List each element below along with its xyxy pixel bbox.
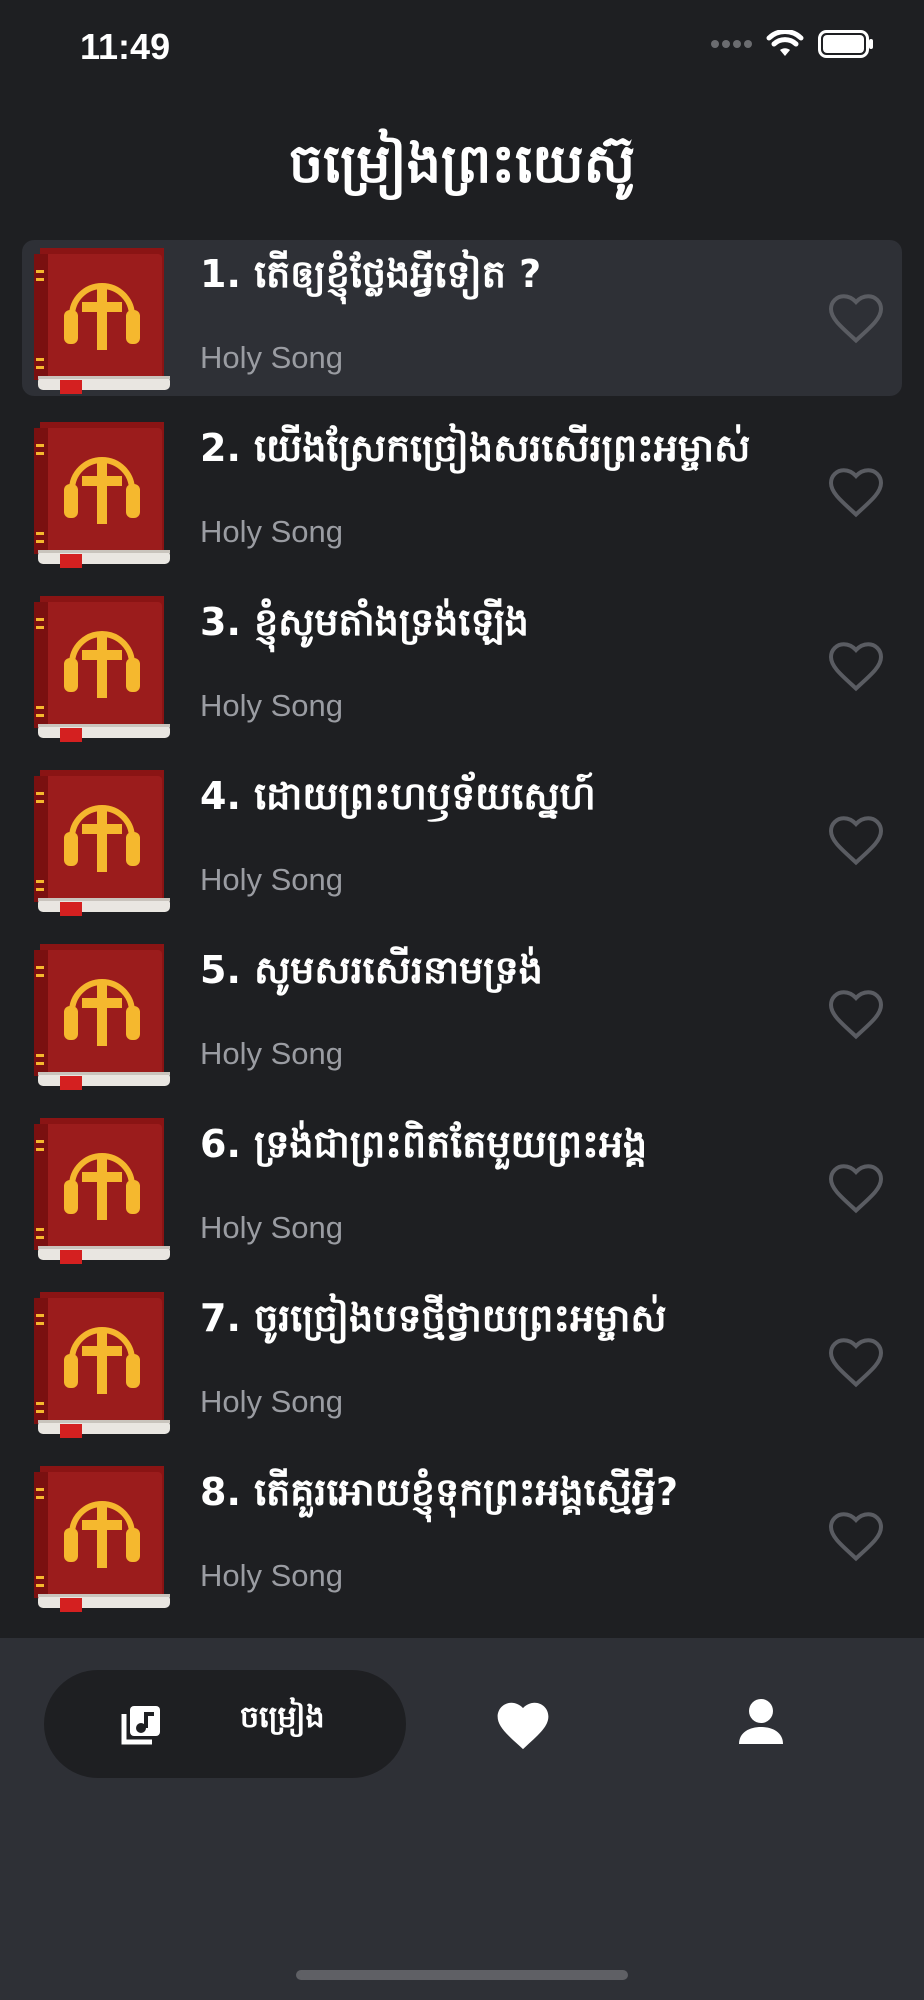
tab-songs-label: ចម្រៀង bbox=[240, 1700, 325, 1735]
tab-songs[interactable]: ចម្រៀង bbox=[44, 1670, 406, 1778]
bible-headphones-icon bbox=[34, 248, 170, 394]
cellular-signal-icon bbox=[711, 40, 752, 48]
song-title: 5. សូមសរសើរនាមទ្រង់ bbox=[200, 948, 543, 992]
song-title: 6. ទ្រង់ជាព្រះពិតតែមួយព្រះអង្គ bbox=[200, 1122, 648, 1166]
favorite-heart-icon[interactable] bbox=[826, 638, 886, 694]
song-row[interactable]: 3. ខ្ញុំសូមតាំងទ្រង់ឡើង Holy Song bbox=[22, 588, 902, 762]
favorite-heart-icon[interactable] bbox=[826, 986, 886, 1042]
status-time: 11:49 bbox=[80, 26, 171, 67]
song-title: 7. ចូរច្រៀងបទថ្មីថ្វាយព្រះអម្ចាស់ bbox=[200, 1296, 667, 1340]
favorite-heart-icon[interactable] bbox=[826, 812, 886, 868]
favorite-heart-icon[interactable] bbox=[826, 290, 886, 346]
music-library-icon bbox=[121, 1706, 160, 1745]
status-icons bbox=[710, 30, 874, 58]
song-subtitle: Holy Song bbox=[200, 1210, 344, 1245]
song-title: 2. យើងស្រែកច្រៀងសរសើរព្រះអម្ចាស់ bbox=[200, 426, 751, 470]
song-row[interactable]: 7. ចូរច្រៀងបទថ្មីថ្វាយព្រះអម្ចាស់ Holy So… bbox=[22, 1284, 902, 1458]
wifi-icon bbox=[766, 30, 804, 56]
bible-headphones-icon bbox=[34, 770, 170, 916]
song-subtitle: Holy Song bbox=[200, 340, 344, 375]
song-title: 3. ខ្ញុំសូមតាំងទ្រង់ឡើង bbox=[200, 600, 529, 644]
song-title: 4. ដោយព្រះហឫទ័យស្នេហ៍ bbox=[200, 774, 596, 818]
song-title: 8. តើគួរអោយខ្ញុំទុកព្រះអង្គស្មើអ្វី? bbox=[200, 1470, 679, 1514]
song-row[interactable]: 5. សូមសរសើរនាមទ្រង់ Holy Song bbox=[22, 936, 902, 1110]
song-subtitle: Holy Song bbox=[200, 1384, 344, 1419]
tab-favorites[interactable] bbox=[494, 1698, 552, 1752]
song-subtitle: Holy Song bbox=[200, 1036, 344, 1071]
song-subtitle: Holy Song bbox=[200, 1558, 344, 1593]
bible-headphones-icon bbox=[34, 596, 170, 742]
bible-headphones-icon bbox=[34, 422, 170, 568]
home-indicator[interactable] bbox=[296, 1970, 628, 1980]
song-row[interactable]: 6. ទ្រង់ជាព្រះពិតតែមួយព្រះអង្គ Holy Song bbox=[22, 1110, 902, 1284]
song-subtitle: Holy Song bbox=[200, 862, 344, 897]
song-row[interactable]: 4. ដោយព្រះហឫទ័យស្នេហ៍ Holy Song bbox=[22, 762, 902, 936]
favorite-heart-icon[interactable] bbox=[826, 464, 886, 520]
bible-headphones-icon bbox=[34, 944, 170, 1090]
favorite-heart-icon[interactable] bbox=[826, 1160, 886, 1216]
song-row[interactable]: 1. តើឲ្យខ្ញុំថ្លែងអ្វីទៀត ? Holy Song bbox=[22, 240, 902, 396]
bible-headphones-icon bbox=[34, 1118, 170, 1264]
bottom-tab-bar: ចម្រៀង bbox=[0, 1638, 924, 2000]
song-row[interactable]: 2. យើងស្រែកច្រៀងសរសើរព្រះអម្ចាស់ Holy Son… bbox=[22, 414, 902, 588]
tab-profile[interactable] bbox=[738, 1698, 784, 1746]
song-subtitle: Holy Song bbox=[200, 514, 344, 549]
bible-headphones-icon bbox=[34, 1466, 170, 1612]
song-title: 1. តើឲ្យខ្ញុំថ្លែងអ្វីទៀត ? bbox=[200, 252, 542, 296]
status-bar: 11:49 bbox=[0, 0, 924, 100]
battery-icon bbox=[818, 30, 873, 58]
page-title: ចម្រៀងព្រះយេស៊ូ bbox=[288, 132, 636, 195]
song-list: 1. តើឲ្យខ្ញុំថ្លែងអ្វីទៀត ? Holy Song 2. យ… bbox=[22, 240, 902, 1632]
song-row[interactable]: 8. តើគួរអោយខ្ញុំទុកព្រះអង្គស្មើអ្វី? Holy… bbox=[22, 1458, 902, 1632]
favorite-heart-icon[interactable] bbox=[826, 1334, 886, 1390]
bible-headphones-icon bbox=[34, 1292, 170, 1438]
favorite-heart-icon[interactable] bbox=[826, 1508, 886, 1564]
song-subtitle: Holy Song bbox=[200, 688, 344, 723]
